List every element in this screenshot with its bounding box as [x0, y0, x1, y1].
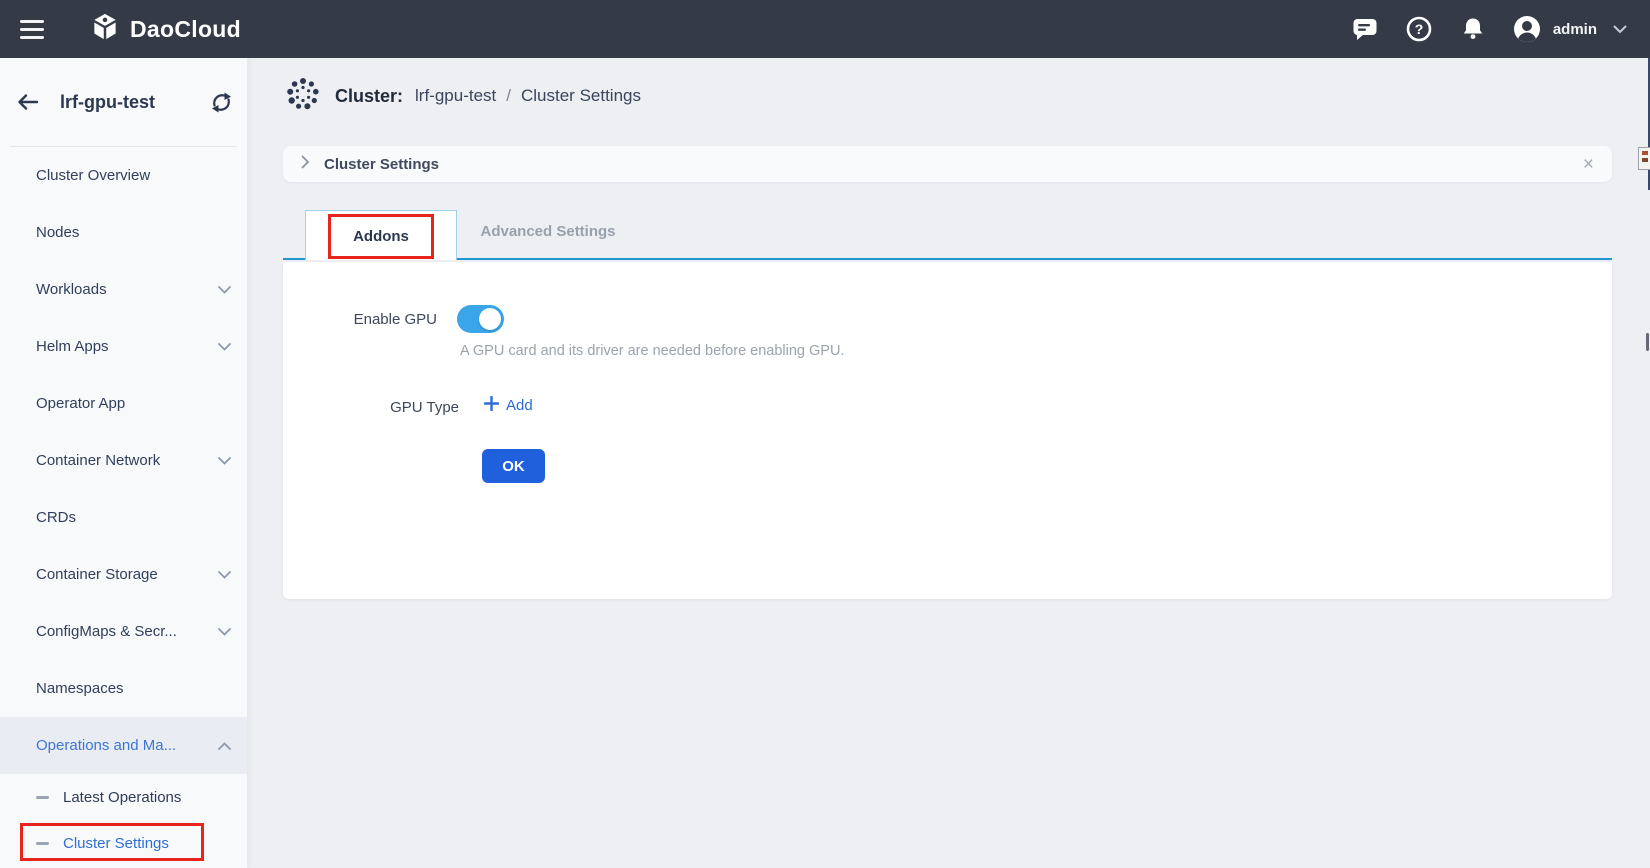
chevron-down-icon — [218, 457, 231, 465]
sidebar-item-container-storage[interactable]: Container Storage — [0, 546, 247, 603]
enable-gpu-toggle[interactable] — [457, 305, 504, 333]
tab-advanced-settings[interactable]: Advanced Settings — [457, 204, 639, 258]
ok-button[interactable]: OK — [482, 449, 545, 483]
chevron-down-icon — [218, 343, 231, 351]
close-icon[interactable]: × — [1583, 155, 1594, 174]
addons-form-card: Enable GPU A GPU card and its driver are… — [283, 262, 1612, 599]
brand-logo[interactable]: DaoCloud — [90, 12, 241, 47]
brand-name: DaoCloud — [130, 16, 241, 43]
breadcrumb-cluster-name[interactable]: lrf-gpu-test — [415, 86, 496, 106]
sidebar-nav: Cluster Overview Nodes Workloads Helm Ap… — [0, 147, 247, 866]
sidebar-item-cluster-overview[interactable]: Cluster Overview — [0, 147, 247, 204]
chevron-up-icon — [218, 742, 231, 750]
sidebar-item-operator-app[interactable]: Operator App — [0, 375, 247, 432]
sidebar-item-configmaps-secrets[interactable]: ConfigMaps & Secr... — [0, 603, 247, 660]
chat-icon[interactable] — [1345, 9, 1385, 49]
chevron-down-icon — [218, 571, 231, 579]
gpu-type-label: GPU Type — [283, 399, 459, 416]
toggle-knob — [479, 308, 501, 330]
user-avatar-icon[interactable] — [1507, 9, 1547, 49]
main-content: Cluster: lrf-gpu-test / Cluster Settings… — [247, 58, 1650, 868]
help-icon[interactable]: ? — [1399, 9, 1439, 49]
page-header: Cluster: lrf-gpu-test / Cluster Settings — [285, 74, 641, 118]
sidebar-item-container-network[interactable]: Container Network — [0, 432, 247, 489]
sidebar-item-crds[interactable]: CRDs — [0, 489, 247, 546]
floating-widget-tab[interactable] — [1638, 147, 1650, 170]
chevron-right-icon — [301, 155, 310, 174]
enable-gpu-help-text: A GPU card and its driver are needed bef… — [460, 343, 844, 359]
breadcrumb-separator: / — [506, 86, 511, 106]
tab-addons-label: Addons — [353, 228, 409, 245]
chevron-down-icon — [218, 286, 231, 294]
sidebar-item-namespaces[interactable]: Namespaces — [0, 660, 247, 717]
sidebar: lrf-gpu-test Cluster Overview Nodes Work… — [0, 58, 247, 868]
tab-addons[interactable]: Addons — [305, 210, 457, 260]
sidebar-item-helm-apps[interactable]: Helm Apps — [0, 318, 247, 375]
cluster-settings-panel-header[interactable]: Cluster Settings × — [283, 146, 1612, 182]
sidebar-subitem-cluster-settings[interactable]: Cluster Settings — [0, 820, 247, 866]
bell-icon[interactable] — [1453, 9, 1493, 49]
plus-icon — [484, 396, 499, 415]
topbar: DaoCloud ? — [0, 0, 1650, 58]
svg-text:?: ? — [1415, 21, 1424, 37]
menu-icon[interactable] — [20, 12, 54, 46]
breadcrumb-label: Cluster: — [335, 86, 403, 107]
add-link-label: Add — [506, 397, 533, 414]
user-name[interactable]: admin — [1553, 21, 1597, 38]
chevron-down-icon[interactable] — [1613, 25, 1627, 34]
cluster-dots-icon — [285, 76, 321, 117]
sidebar-item-workloads[interactable]: Workloads — [0, 261, 247, 318]
dash-icon — [36, 842, 49, 845]
panel-title: Cluster Settings — [324, 156, 439, 173]
switch-cluster-icon[interactable] — [210, 91, 233, 114]
chevron-down-icon — [218, 628, 231, 636]
sidebar-subitem-latest-operations[interactable]: Latest Operations — [0, 774, 247, 820]
gpu-type-add-link[interactable]: Add — [484, 396, 533, 415]
dash-icon — [36, 796, 49, 799]
daocloud-cube-icon — [90, 12, 120, 47]
sidebar-item-nodes[interactable]: Nodes — [0, 204, 247, 261]
back-arrow-icon[interactable] — [16, 93, 40, 111]
sidebar-cluster-name: lrf-gpu-test — [60, 92, 155, 113]
enable-gpu-label: Enable GPU — [283, 311, 437, 328]
sidebar-item-operations-and-maintenance[interactable]: Operations and Ma... — [0, 717, 247, 774]
breadcrumb-page: Cluster Settings — [521, 86, 641, 106]
scrollbar-thumb[interactable] — [1646, 333, 1649, 351]
annotation-box-addons: Addons — [328, 214, 434, 259]
tab-bar: Addons Advanced Settings — [283, 204, 1612, 260]
